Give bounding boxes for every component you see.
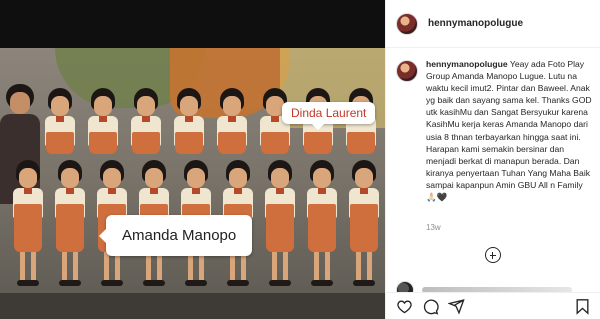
photo-floor [0, 293, 385, 319]
post-side-panel: hennymanopolugue hennymanopolugue Yeay a… [385, 0, 600, 319]
photo-child [126, 88, 166, 158]
caption-username[interactable]: hennymanopolugue [426, 59, 508, 69]
caption-body: hennymanopolugue Yeay ada Foto Play Grou… [426, 58, 594, 203]
post-caption: hennymanopolugue Yeay ada Foto Play Grou… [396, 58, 596, 203]
photo-child [212, 88, 252, 158]
media-letterbox-top [0, 0, 385, 48]
author-username[interactable]: hennymanopolugue [428, 18, 523, 29]
photo-label-amanda-manopo: Amanda Manopo [98, 215, 253, 256]
paper-plane-icon[interactable] [448, 298, 465, 315]
photo-child [302, 160, 342, 290]
photo-child [8, 160, 48, 290]
caption-author-avatar[interactable] [396, 60, 418, 82]
post-action-bar [386, 292, 600, 319]
comment-icon[interactable] [422, 298, 439, 315]
photo-child [344, 160, 384, 290]
photo-child [260, 160, 300, 290]
author-avatar[interactable] [396, 12, 418, 35]
post-photo[interactable]: Dinda Laurent Amanda Manopo [0, 48, 385, 319]
caption-timestamp[interactable]: 13w [426, 223, 441, 232]
post-media-pane: Dinda Laurent Amanda Manopo [0, 0, 385, 319]
photo-label-dinda-laurent: Dinda Laurent [282, 102, 376, 130]
photo-child [40, 88, 80, 158]
plus-circle-icon[interactable] [485, 247, 501, 263]
bookmark-icon[interactable] [574, 298, 591, 315]
photo-child [50, 160, 90, 290]
post-header: hennymanopolugue [386, 0, 600, 48]
heart-icon[interactable] [396, 298, 413, 315]
photo-child [83, 88, 123, 158]
photo-child [169, 88, 209, 158]
caption-text: Yeay ada Foto Play Group Amanda Manopo L… [426, 59, 592, 203]
